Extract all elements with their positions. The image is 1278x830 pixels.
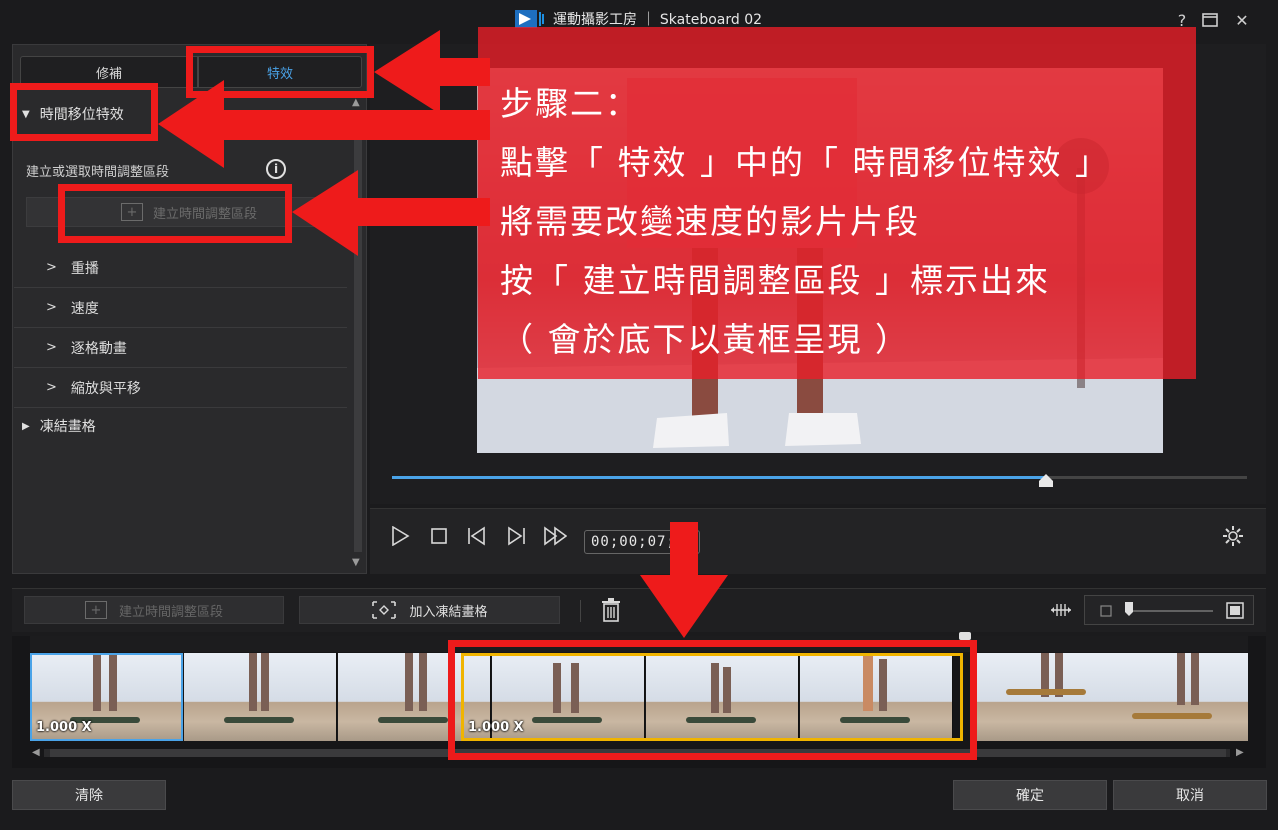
- arrow-to-timeline-icon: [640, 522, 728, 638]
- arrow-to-create-icon: [292, 170, 490, 256]
- annotation-arrows: [158, 30, 728, 638]
- arrow-to-effects-icon: [374, 30, 490, 114]
- arrow-to-time-shift-icon: [158, 80, 490, 168]
